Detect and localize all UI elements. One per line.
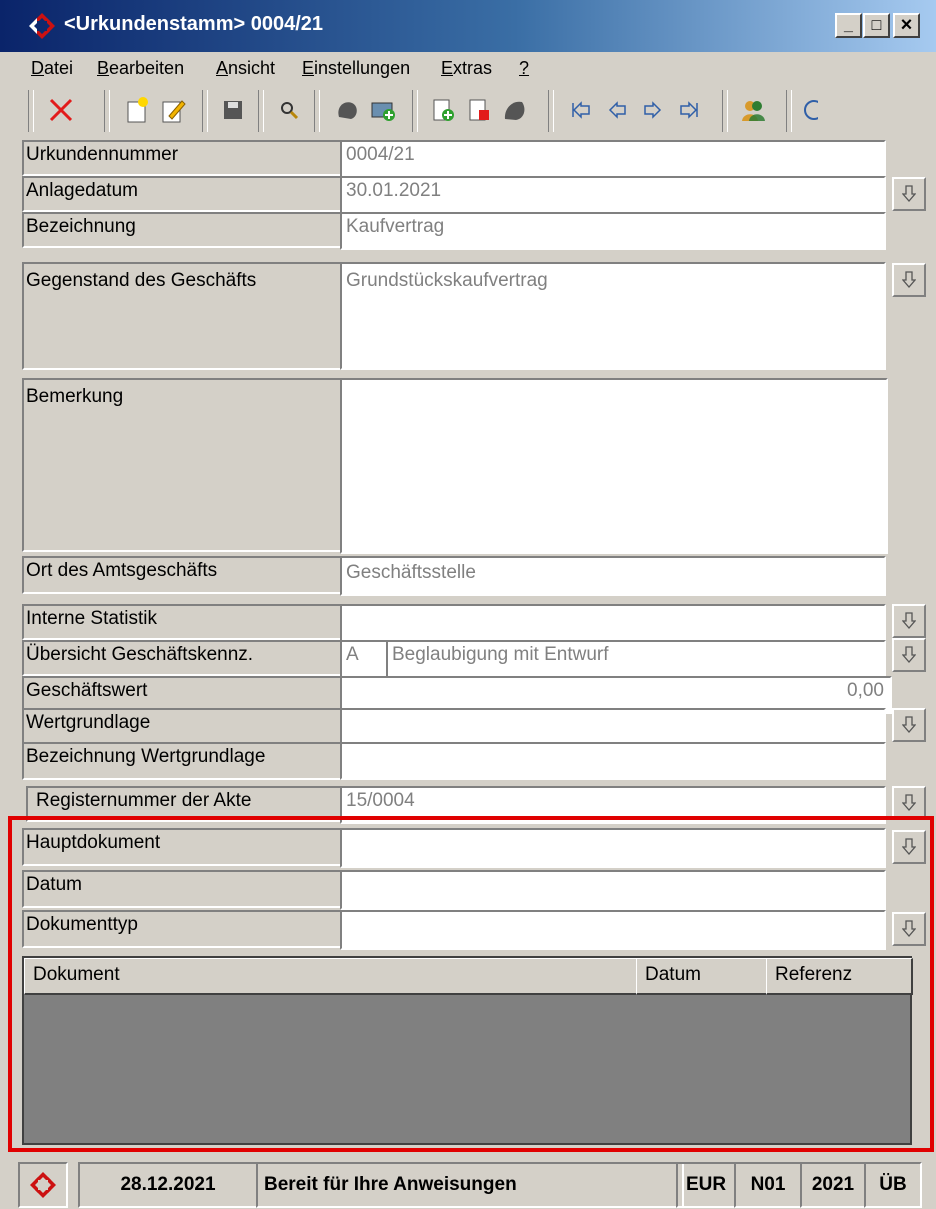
wertgrundlage-dropdown[interactable] <box>892 708 926 742</box>
label-bezeichnung: Bezeichnung <box>22 212 342 248</box>
anlagedatum-field[interactable]: 30.01.2021 <box>340 176 886 214</box>
status-year: 2021 <box>800 1162 866 1208</box>
bez-wertgrundlage-field[interactable] <box>340 742 886 780</box>
interne-statistik-field[interactable] <box>340 604 886 642</box>
toolbar-separator <box>258 90 264 132</box>
blob-icon[interactable] <box>332 94 362 126</box>
label-bez-wertgrundlage: Bezeichnung Wertgrundlage <box>22 742 342 780</box>
label-anlagedatum: Anlagedatum <box>22 176 342 212</box>
status-logo-box <box>18 1162 68 1208</box>
next-record-icon[interactable] <box>638 94 668 126</box>
menu-datei[interactable]: Datei <box>31 54 73 82</box>
title-bar[interactable]: <Urkundenstamm> 0004/21 _ □ × <box>0 0 936 52</box>
toolbar-separator <box>548 90 554 132</box>
highlight-box <box>8 816 934 1152</box>
toolbar-separator <box>786 90 792 132</box>
toolbar-separator <box>202 90 208 132</box>
wertgrundlage-field[interactable] <box>340 708 886 746</box>
arrow-down-icon <box>902 716 916 733</box>
label-uebersicht: Übersicht Geschäftskennz. <box>22 640 342 676</box>
menu-ansicht[interactable]: Ansicht <box>216 54 275 82</box>
status-mode: ÜB <box>864 1162 922 1208</box>
toolbar-separator <box>412 90 418 132</box>
gegenstand-field[interactable]: Grundstückskaufvertrag <box>340 262 886 370</box>
save-icon[interactable] <box>218 94 248 126</box>
status-code: N01 <box>734 1162 802 1208</box>
arrow-down-icon <box>902 271 916 288</box>
status-bar: 28.12.2021 Bereit für Ihre Anweisungen E… <box>18 1162 936 1209</box>
menu-bar: Datei Bearbeiten Ansicht Einstellungen E… <box>0 54 936 82</box>
search-icon[interactable] <box>274 94 304 126</box>
app-logo-icon <box>30 1172 56 1198</box>
toolbar <box>22 86 936 138</box>
status-currency: EUR <box>676 1162 736 1208</box>
blob2-icon[interactable] <box>500 94 530 126</box>
maximize-button[interactable]: □ <box>863 13 890 38</box>
bemerkung-field[interactable] <box>340 378 888 554</box>
status-date: 28.12.2021 <box>78 1162 258 1208</box>
label-ort: Ort des Amtsgeschäfts <box>22 556 342 594</box>
gegenstand-dropdown[interactable] <box>892 263 926 297</box>
close-icon: × <box>900 14 913 36</box>
anlagedatum-dropdown[interactable] <box>892 177 926 211</box>
registernummer-dropdown[interactable] <box>892 786 926 820</box>
toolbar-separator <box>104 90 110 132</box>
minimize-button[interactable]: _ <box>835 13 862 38</box>
more-icon[interactable] <box>798 94 818 126</box>
app-logo-icon <box>29 13 55 39</box>
uebersicht-code-field[interactable]: A <box>340 640 392 678</box>
interne-statistik-dropdown[interactable] <box>892 604 926 638</box>
toolbar-separator <box>28 90 34 132</box>
bezeichnung-field[interactable]: Kaufvertrag <box>340 212 886 250</box>
minimize-icon: _ <box>844 16 853 34</box>
menu-einstellungen[interactable]: Einstellungen <box>302 54 410 82</box>
prev-record-icon[interactable] <box>602 94 632 126</box>
label-bemerkung: Bemerkung <box>22 378 342 552</box>
label-gegenstand: Gegenstand des Geschäfts <box>22 262 342 370</box>
first-record-icon[interactable] <box>566 94 596 126</box>
window-title: <Urkundenstamm> 0004/21 <box>64 13 324 35</box>
toolbar-separator <box>722 90 728 132</box>
ort-field[interactable]: Geschäftsstelle <box>340 556 886 596</box>
arrow-down-icon <box>902 646 916 663</box>
delete-record-icon[interactable] <box>464 94 494 126</box>
label-geschaeftswert: Geschäftswert <box>22 676 342 712</box>
menu-extras[interactable]: Extras <box>441 54 492 82</box>
arrow-down-icon <box>902 612 916 629</box>
toolbar-separator <box>314 90 320 132</box>
new-doc-icon[interactable] <box>122 94 152 126</box>
delete-icon[interactable] <box>46 94 76 126</box>
urkundennummer-field[interactable]: 0004/21 <box>340 140 886 178</box>
uebersicht-dropdown[interactable] <box>892 638 926 672</box>
maximize-icon: □ <box>871 16 882 34</box>
edit-doc-icon[interactable] <box>158 94 188 126</box>
status-message: Bereit für Ihre Anweisungen <box>256 1162 684 1208</box>
add-envelope-icon[interactable] <box>368 94 398 126</box>
last-record-icon[interactable] <box>674 94 704 126</box>
users-icon[interactable] <box>738 94 768 126</box>
arrow-down-icon <box>902 794 916 811</box>
arrow-down-icon <box>902 185 916 202</box>
add-record-icon[interactable] <box>428 94 458 126</box>
menu-help[interactable]: ? <box>519 54 529 82</box>
uebersicht-field[interactable]: Beglaubigung mit Entwurf <box>386 640 886 678</box>
menu-bearbeiten[interactable]: Bearbeiten <box>97 54 184 82</box>
label-urkundennummer: Urkundennummer <box>22 140 342 176</box>
close-button[interactable]: × <box>893 13 920 38</box>
label-wertgrundlage: Wertgrundlage <box>22 708 342 744</box>
label-interne-statistik: Interne Statistik <box>22 604 342 640</box>
